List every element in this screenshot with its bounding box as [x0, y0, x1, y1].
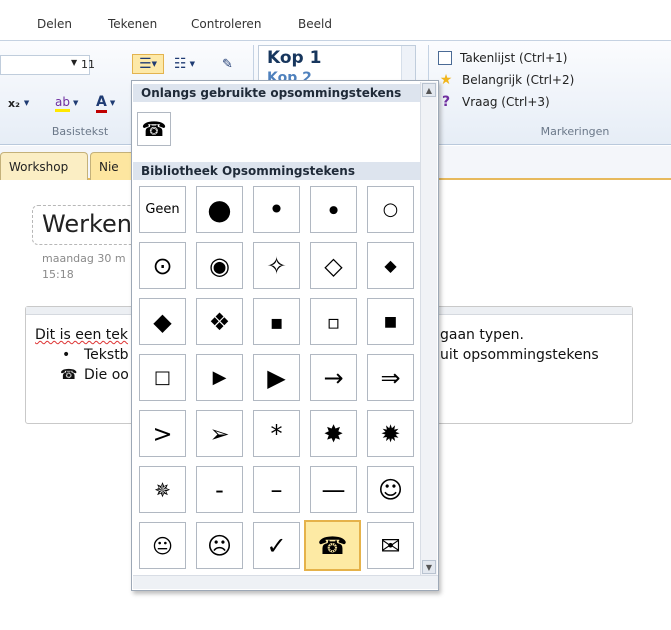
- ribbon-tab-bar: Delen Tekenen Controleren Beeld: [0, 0, 671, 40]
- bullet-em-dash[interactable]: —: [310, 466, 357, 513]
- bullet-circle[interactable]: ○: [367, 186, 414, 233]
- page-date: maandag 30 m: [42, 252, 126, 265]
- dropdown-scrollbar[interactable]: ▲ ▼: [420, 82, 437, 575]
- bullet-chevron[interactable]: >: [139, 410, 186, 457]
- tag-takenlijst[interactable]: Takenlijst (Ctrl+1): [438, 49, 567, 67]
- bullet-four-diamonds[interactable]: ❖: [196, 298, 243, 345]
- chevron-down-icon: ▼: [109, 99, 116, 107]
- font-size-combo[interactable]: ▼ 11: [0, 55, 95, 75]
- font-color-icon: A: [96, 94, 107, 113]
- scroll-up-icon[interactable]: ▲: [422, 83, 436, 97]
- bullet-checkmark[interactable]: ✓: [253, 522, 300, 569]
- tab-delen[interactable]: Delen: [37, 17, 72, 31]
- spelling-button[interactable]: ✎: [222, 54, 244, 74]
- bullet-small-dot[interactable]: ∙: [310, 186, 357, 233]
- question-icon: ?: [441, 94, 451, 110]
- subscript-icon: x₂: [8, 96, 20, 110]
- bullet-small-square[interactable]: ▪: [253, 298, 300, 345]
- font-color-button[interactable]: A ▼: [96, 93, 130, 113]
- outline-line[interactable]: •: [62, 347, 70, 363]
- star-icon: ★: [439, 72, 453, 88]
- scroll-down-icon[interactable]: ▼: [422, 560, 436, 574]
- bullet-hyphen[interactable]: -: [196, 466, 243, 513]
- bullet-square[interactable]: ■: [367, 298, 414, 345]
- bullets-button[interactable]: ☰ ▼: [132, 54, 164, 74]
- subscript-button[interactable]: x₂ ▼: [8, 93, 44, 113]
- bullet-small-triangle[interactable]: ▶: [196, 354, 243, 401]
- tag-label: Takenlijst (Ctrl+1): [460, 51, 568, 65]
- telephone-bullet-icon: ☎: [60, 367, 78, 383]
- outline-line-text[interactable]: gaan typen.: [440, 327, 524, 343]
- tag-vraag[interactable]: ? Vraag (Ctrl+3): [438, 93, 550, 111]
- bullet-large-dot[interactable]: ●: [196, 186, 243, 233]
- bullet-envelope[interactable]: ✉: [367, 522, 414, 569]
- group-label-basistekst: Basistekst: [51, 125, 109, 138]
- bullet-diamond-small[interactable]: ◆: [367, 242, 414, 289]
- recent-bullets-header: Onlangs gebruikte opsommingstekens: [133, 84, 420, 102]
- section-tab-workshop[interactable]: Workshop: [0, 152, 88, 180]
- chevron-down-icon: ▼: [71, 58, 78, 67]
- style-kop1[interactable]: Kop 1: [267, 48, 321, 68]
- bullet-frown[interactable]: ☹: [196, 522, 243, 569]
- highlighter-icon: ab: [55, 95, 70, 112]
- bullet-icon: •: [62, 347, 71, 363]
- highlight-button[interactable]: ab ▼: [55, 93, 91, 113]
- tab-beeld[interactable]: Beeld: [298, 17, 332, 31]
- group-label-markeringen: Markeringen: [540, 125, 610, 138]
- page-time: 15:18: [42, 268, 74, 281]
- tab-controleren[interactable]: Controleren: [191, 17, 261, 31]
- chevron-down-icon: ▼: [189, 60, 195, 68]
- bullet-list-icon: ☰: [139, 56, 152, 72]
- bullet-small-square-outline[interactable]: ▫: [310, 298, 357, 345]
- bullet-dot[interactable]: •: [253, 186, 300, 233]
- outline-line-text[interactable]: Die oo: [84, 367, 129, 383]
- bullet-burst-large[interactable]: ✹: [367, 410, 414, 457]
- bullet-smiley[interactable]: ☺: [367, 466, 414, 513]
- bullet-double-arrow[interactable]: ⇒: [367, 354, 414, 401]
- tag-label: Belangrijk (Ctrl+2): [462, 73, 575, 87]
- chevron-down-icon: ▼: [151, 60, 157, 68]
- spelling-icon: ✎: [222, 56, 233, 72]
- font-size-value: 11: [81, 58, 95, 71]
- bullet-burst[interactable]: ✸: [310, 410, 357, 457]
- bullet-triangle[interactable]: ▶: [253, 354, 300, 401]
- page-title[interactable]: Werken: [42, 210, 132, 238]
- bullet-arrowhead[interactable]: ➢: [196, 410, 243, 457]
- bullet-telephone[interactable]: ☎: [304, 520, 361, 571]
- bullet-star-outline[interactable]: ✧: [253, 242, 300, 289]
- library-bullets-header: Bibliotheek Opsommingstekens: [133, 162, 420, 180]
- recent-bullet-telephone[interactable]: ☎: [137, 112, 171, 146]
- bullet-diamond[interactable]: ◆: [139, 298, 186, 345]
- bullet-diamond-outline[interactable]: ◇: [310, 242, 357, 289]
- bullet-en-dash[interactable]: –: [253, 466, 300, 513]
- bullet-arrow[interactable]: →: [310, 354, 357, 401]
- numbering-button[interactable]: ☷ ▼: [174, 54, 210, 74]
- bullet-circle-dot[interactable]: ⊙: [139, 242, 186, 289]
- checkbox-icon: [438, 51, 452, 65]
- tag-belangrijk[interactable]: ★ Belangrijk (Ctrl+2): [438, 71, 575, 89]
- bullet-fisheye[interactable]: ◉: [196, 242, 243, 289]
- resize-grip[interactable]: [133, 575, 438, 589]
- tag-label: Vraag (Ctrl+3): [462, 95, 550, 109]
- bullet-asterisk[interactable]: *: [253, 410, 300, 457]
- outline-line-text[interactable]: Tekstb: [84, 347, 129, 363]
- outline-line-text: Dit is een tek: [35, 327, 129, 343]
- bullet-square-outline[interactable]: □: [139, 354, 186, 401]
- chevron-down-icon: ▼: [23, 99, 30, 107]
- bullet-neutral-face[interactable]: 😐: [139, 522, 186, 569]
- outline-line-text[interactable]: uit opsommingstekens: [440, 347, 599, 363]
- bullet-library-dropdown: Onlangs gebruikte opsommingstekens ☎ Bib…: [131, 80, 439, 591]
- chevron-down-icon: ▼: [72, 99, 79, 107]
- bullet-compass-star[interactable]: ✵: [139, 466, 186, 513]
- bullet-none[interactable]: Geen: [139, 186, 186, 233]
- outline-line[interactable]: Dit is een tek: [35, 327, 128, 343]
- tab-tekenen[interactable]: Tekenen: [108, 17, 157, 31]
- numbered-list-icon: ☷: [174, 56, 187, 72]
